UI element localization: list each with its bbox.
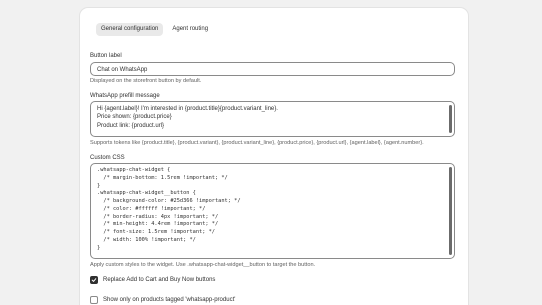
custom-css-help: Apply custom styles to the widget. Use .… <box>90 262 316 268</box>
custom-css-scrollbar[interactable] <box>449 167 452 255</box>
button-label-heading: Button label <box>90 53 122 59</box>
custom-css-code: .whatsapp-chat-widget { /* margin-bottom… <box>91 164 454 255</box>
css-line: /* width: 100% !important; */ <box>97 236 196 243</box>
prefill-lines: Hi {agent.label}! I'm interested in {pro… <box>91 102 454 133</box>
option-show-tagged-only[interactable]: Show only on products tagged 'whatsapp-p… <box>90 296 235 304</box>
prefill-line: Price shown: {product.price} <box>97 114 172 121</box>
replace-buttons-checkbox[interactable] <box>90 276 98 284</box>
css-line: /* min-height: 4.4rem !important; */ <box>97 221 219 228</box>
css-line: /* border-radius: 4px !important; */ <box>97 213 219 220</box>
css-line: /* color: #ffffff !important; */ <box>97 205 206 212</box>
prefill-message-textarea[interactable]: Hi {agent.label}! I'm interested in {pro… <box>90 101 455 137</box>
show-tagged-only-checkbox[interactable] <box>90 296 98 304</box>
show-tagged-only-label: Show only on products tagged 'whatsapp-p… <box>103 297 236 303</box>
replace-buttons-label: Replace Add to Cart and Buy Now buttons <box>103 277 216 283</box>
tab-agent-routing[interactable]: Agent routing <box>167 23 213 36</box>
tab-general-configuration[interactable]: General configuration <box>96 23 164 36</box>
css-line: /* background-color: #25d366 !important;… <box>97 198 241 204</box>
prefill-scrollbar[interactable] <box>449 105 452 133</box>
prefill-line: Product link: {product.url} <box>97 122 165 129</box>
tab-bar: General configuration Agent routing <box>96 23 213 36</box>
css-line: /* font-size: 1.5rem !important; */ <box>97 229 215 235</box>
prefill-message-help: Supports tokens like {product.title}, {p… <box>90 140 424 146</box>
css-line: /* margin-bottom: 1.5rem !important; */ <box>97 174 228 181</box>
option-replace-buttons[interactable]: Replace Add to Cart and Buy Now buttons <box>90 276 215 284</box>
css-line: } <box>97 244 101 251</box>
css-line: .whatsapp-chat-widget { <box>97 167 171 173</box>
custom-css-heading: Custom CSS <box>90 155 125 161</box>
css-line: .whatsapp-chat-widget__button { <box>97 190 196 197</box>
css-line: } <box>97 182 101 189</box>
settings-card: General configuration Agent routing Butt… <box>80 8 468 305</box>
prefill-line: Hi {agent.label}! I'm interested in {pro… <box>97 106 278 112</box>
button-label-help: Displayed on the storefront button by de… <box>90 78 202 84</box>
prefill-message-heading: WhatsApp prefill message <box>90 93 160 99</box>
checkmark-icon <box>91 278 97 282</box>
button-label-value: Chat on WhatsApp <box>97 67 148 73</box>
button-label-input[interactable]: Chat on WhatsApp <box>90 62 455 76</box>
custom-css-textarea[interactable]: .whatsapp-chat-widget { /* margin-bottom… <box>90 163 455 259</box>
